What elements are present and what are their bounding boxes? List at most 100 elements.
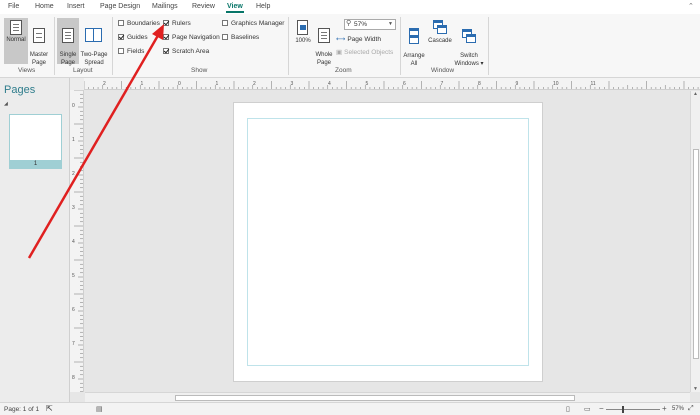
master-page-button[interactable]: Master Page: [28, 18, 50, 66]
normal-view-icon: [10, 20, 22, 35]
tab-view[interactable]: View: [226, 3, 244, 13]
selected-objects-icon: ▣: [336, 49, 343, 56]
baselines-label: Baselines: [231, 34, 260, 41]
scratch-area-label: Scratch Area: [172, 48, 210, 55]
vertical-scroll-thumb[interactable]: [693, 149, 699, 359]
cascade-button[interactable]: Cascade: [427, 18, 453, 64]
zoom-slider-track[interactable]: [606, 409, 660, 410]
separator: [288, 17, 289, 75]
horizontal-scrollbar[interactable]: [85, 392, 690, 402]
zoom-combobox[interactable]: ⚲ 57% ▼: [344, 19, 396, 30]
switch-windows-icon: [462, 28, 476, 44]
page-width-icon: ⟷: [336, 36, 346, 43]
ruler-label: 0: [178, 81, 181, 87]
ruler-label: 2: [72, 171, 75, 177]
show-group-label: Show: [191, 67, 208, 74]
tab-file[interactable]: File: [8, 3, 19, 10]
zoom-100-button[interactable]: 100%: [293, 18, 313, 64]
zoom-out-icon[interactable]: −: [599, 404, 604, 413]
rulers-check-box: [163, 20, 169, 26]
single-page-view-icon[interactable]: ▯: [566, 405, 570, 413]
fit-page-icon[interactable]: ⤢: [688, 405, 694, 413]
scratch-area[interactable]: [85, 91, 690, 392]
single-page-label: Single Page: [59, 52, 77, 66]
tab-home[interactable]: Home: [35, 3, 54, 10]
page-width-button[interactable]: ⟷ Page Width: [336, 35, 381, 44]
selected-objects-button[interactable]: ▣ Selected Objects: [336, 48, 393, 57]
graphics-manager-label: Graphics Manager: [231, 20, 285, 27]
page-navigation-checkbox[interactable]: Page Navigation: [163, 34, 220, 43]
zoom-value: 57%: [354, 21, 368, 28]
scroll-up-icon[interactable]: ▲: [693, 91, 698, 97]
boundaries-label: Boundaries: [127, 20, 160, 27]
ruler-label: 7: [441, 81, 444, 87]
two-page-view-icon[interactable]: ▭: [584, 405, 591, 413]
selected-objects-label: Selected Objects: [344, 49, 394, 56]
collapse-ribbon-icon[interactable]: ⌃: [688, 2, 694, 10]
boundaries-checkbox[interactable]: Boundaries: [118, 20, 160, 29]
tab-review[interactable]: Review: [192, 3, 215, 10]
separator: [488, 17, 489, 75]
graphics-manager-checkbox[interactable]: Graphics Manager: [222, 20, 284, 29]
horizontal-ruler[interactable]: 2 1 0 1 2 3 4 5 6 7 8 9 10 11: [84, 78, 700, 90]
collapse-triangle-icon[interactable]: ◢: [4, 101, 8, 107]
normal-view-label: Normal: [6, 37, 26, 43]
whole-page-button[interactable]: Whole Page: [313, 18, 335, 66]
single-page-button[interactable]: Single Page: [57, 18, 79, 66]
zoom-in-icon[interactable]: +: [662, 404, 667, 413]
fields-checkbox[interactable]: Fields: [118, 48, 144, 57]
ruler-label: 8: [72, 375, 75, 381]
zoom-slider-thumb[interactable]: [622, 406, 624, 413]
zoom-group-label: Zoom: [335, 67, 352, 74]
tab-page-design[interactable]: Page Design: [100, 3, 140, 10]
ruler-label: 8: [478, 81, 481, 87]
zoom-100-label: 100%: [295, 38, 311, 44]
normal-view-button[interactable]: Normal: [4, 18, 28, 64]
whole-page-icon: [318, 27, 330, 43]
zoom-100-icon: [297, 20, 309, 36]
scroll-down-icon[interactable]: ▼: [693, 386, 698, 392]
single-page-icon: [62, 27, 74, 43]
pages-pane-title: Pages: [4, 84, 36, 96]
vertical-ruler[interactable]: 0 1 2 3 4 5 6 7 8: [70, 90, 84, 392]
pages-navigation-pane: Pages ◢ 1: [0, 78, 70, 402]
horizontal-scroll-thumb[interactable]: [175, 395, 575, 401]
ribbon-tabs: File Home Insert Page Design Mailings Re…: [0, 0, 700, 14]
tab-insert[interactable]: Insert: [67, 3, 85, 10]
graphics-manager-check-box: [222, 20, 228, 26]
zoom-percentage[interactable]: 57%: [672, 406, 684, 412]
cursor-position-icon: ⇱: [46, 404, 53, 413]
views-group-label: Views: [18, 67, 36, 74]
zoom-magnifier-icon: ⚲: [346, 20, 352, 27]
ruler-label: 1: [141, 81, 144, 87]
two-page-spread-button[interactable]: Two-Page Spread: [80, 18, 108, 66]
baselines-checkbox[interactable]: Baselines: [222, 34, 259, 43]
arrange-all-button[interactable]: Arrange All: [402, 18, 426, 67]
ruler-label: 1: [216, 81, 219, 87]
boundaries-check-box: [118, 20, 124, 26]
guides-checkbox[interactable]: Guides: [118, 34, 148, 43]
tab-mailings[interactable]: Mailings: [152, 3, 178, 10]
whole-page-label: Whole Page: [315, 52, 333, 66]
page-navigation-check-box: [163, 34, 169, 40]
scratch-area-check-box: [163, 48, 169, 54]
ruler-label: 2: [103, 81, 106, 87]
rulers-checkbox[interactable]: Rulers: [163, 20, 191, 29]
ruler-label: 1: [72, 137, 75, 143]
ruler-label: 5: [366, 81, 369, 87]
arrange-all-icon: [407, 27, 421, 44]
ruler-label: 6: [72, 307, 75, 313]
arrange-all-label: Arrange All: [403, 53, 425, 67]
switch-windows-button[interactable]: Switch Windows ▾: [454, 18, 484, 67]
ruler-label: 3: [72, 205, 75, 211]
tab-help[interactable]: Help: [256, 3, 270, 10]
cascade-label: Cascade: [428, 38, 452, 44]
vertical-scrollbar[interactable]: ▲ ▼: [690, 91, 700, 392]
ruler-label: 9: [516, 81, 519, 87]
separator: [112, 17, 113, 75]
scratch-area-checkbox[interactable]: Scratch Area: [163, 48, 209, 57]
page-count-status[interactable]: Page: 1 of 1: [4, 406, 39, 413]
ruler-label: 10: [553, 81, 559, 87]
ruler-label: 2: [253, 81, 256, 87]
publication-page[interactable]: [233, 102, 543, 382]
